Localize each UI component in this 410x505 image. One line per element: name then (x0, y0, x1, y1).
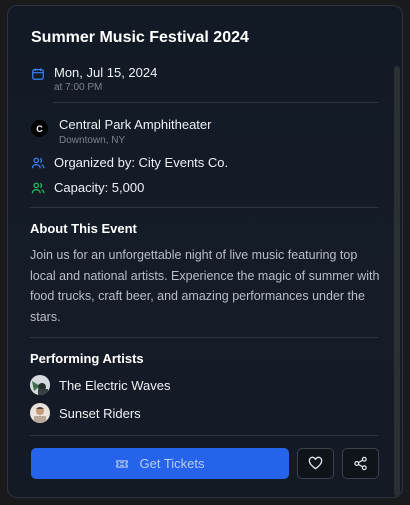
artist-name: Sunset Riders (59, 405, 141, 421)
about-heading: About This Event (30, 221, 137, 236)
divider (30, 435, 378, 436)
capacity-text: Capacity: 5,000 (54, 180, 145, 195)
divider (30, 337, 378, 338)
ticket-icon (116, 459, 129, 468)
organizer-text: Organized by: City Events Co. (54, 155, 229, 170)
share-icon (354, 456, 367, 471)
venue-location: Downtown, NY (59, 135, 126, 146)
share-button[interactable] (342, 448, 379, 479)
venue-row: C Central Park Amphitheater Downtown, NY (31, 117, 211, 148)
artist-avatar (30, 403, 50, 423)
favorite-button[interactable] (297, 448, 334, 479)
artist-avatar (30, 375, 50, 395)
artist-name: The Electric Waves (59, 377, 171, 393)
divider (30, 207, 378, 208)
event-time: at 7:00 PM (54, 82, 103, 93)
divider (53, 102, 378, 103)
date-row: Mon, Jul 15, 2024 at 7:00 PM (31, 65, 157, 95)
event-card: Summer Music Festival 2024 Mon, Jul 15, … (7, 5, 403, 498)
get-tickets-button[interactable]: Get Tickets (31, 448, 289, 479)
artist-item[interactable]: The Electric Waves (30, 375, 171, 395)
event-description: Join us for an unforgettable night of li… (30, 248, 380, 324)
artist-item[interactable]: Sunset Riders (30, 403, 141, 423)
scrollbar[interactable] (394, 66, 400, 496)
venue-logo: C (31, 120, 48, 137)
organizer-row: Organized by: City Events Co. (31, 155, 228, 170)
heart-icon (308, 456, 323, 470)
event-date: Mon, Jul 15, 2024 (54, 65, 158, 80)
capacity-users-icon (31, 181, 45, 195)
get-tickets-label: Get Tickets (139, 456, 205, 471)
users-icon (31, 156, 45, 170)
calendar-icon (31, 67, 45, 81)
artists-heading: Performing Artists (30, 351, 144, 366)
venue-name: Central Park Amphitheater (59, 117, 212, 132)
event-title: Summer Music Festival 2024 (31, 29, 249, 46)
capacity-row: Capacity: 5,000 (31, 180, 144, 195)
